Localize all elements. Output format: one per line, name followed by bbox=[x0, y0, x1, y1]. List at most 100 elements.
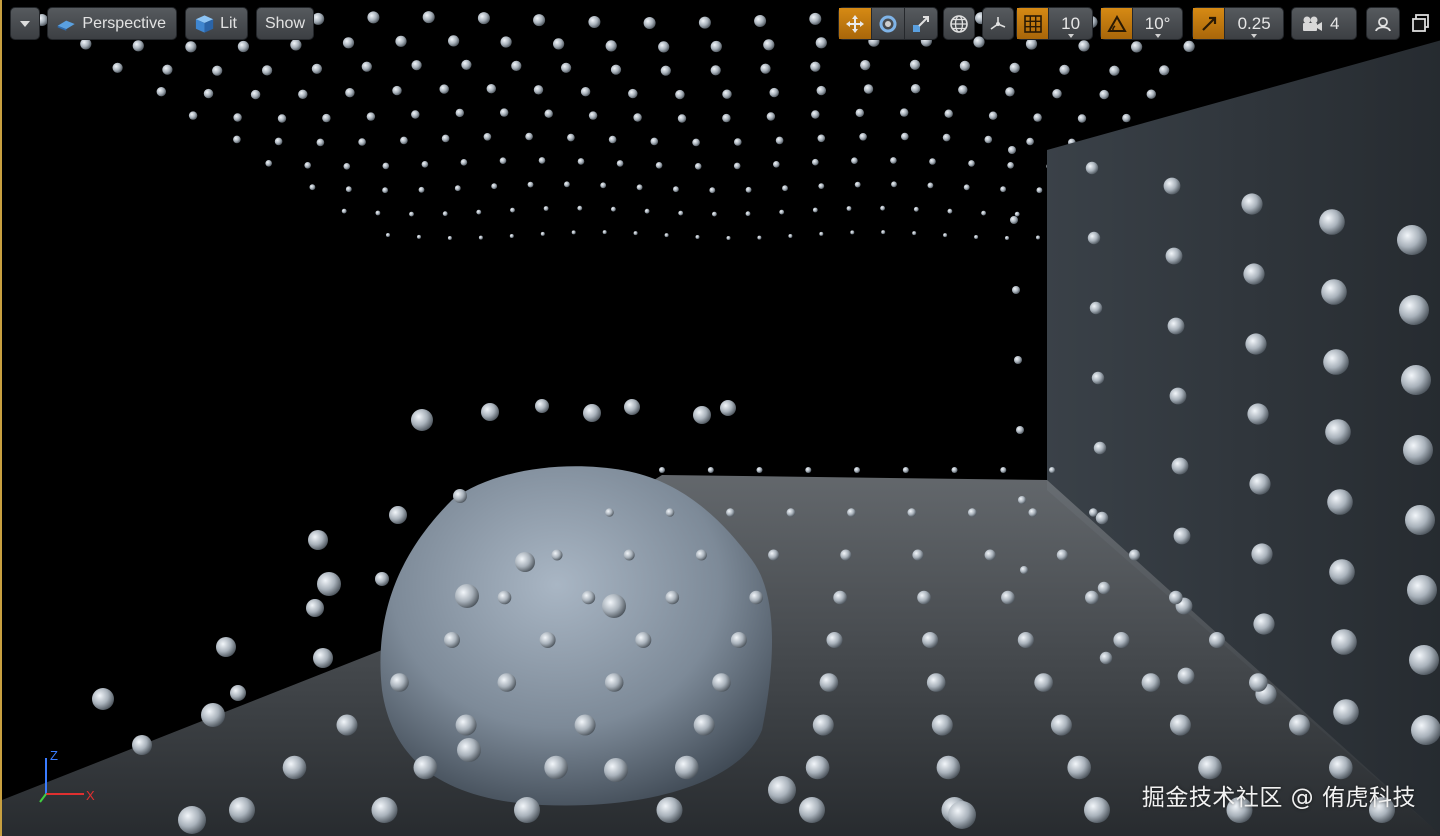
show-button[interactable]: Show bbox=[256, 7, 314, 40]
probe-sphere bbox=[500, 36, 512, 48]
probe-sphere bbox=[917, 590, 931, 605]
probe-sphere bbox=[317, 572, 341, 596]
viewport-settings-button[interactable] bbox=[1366, 7, 1400, 40]
surface-snap-button[interactable] bbox=[982, 7, 1014, 40]
probe-sphere bbox=[277, 114, 287, 123]
probe-sphere bbox=[382, 187, 388, 194]
probe-sphere bbox=[605, 40, 617, 52]
probe-sphere bbox=[203, 88, 214, 99]
probe-sphere bbox=[1173, 527, 1191, 545]
probe-sphere bbox=[611, 206, 616, 212]
camera-speed-button[interactable]: 4 bbox=[1291, 7, 1357, 40]
probe-sphere bbox=[1146, 89, 1157, 99]
maximize-icon[interactable] bbox=[1412, 14, 1430, 32]
probe-sphere bbox=[1033, 113, 1042, 122]
probe-sphere bbox=[544, 755, 568, 780]
scale-snap-group: 0.25 bbox=[1192, 7, 1284, 40]
probe-sphere bbox=[810, 61, 821, 72]
probe-sphere bbox=[624, 399, 640, 415]
probe-sphere bbox=[730, 632, 747, 648]
probe-sphere bbox=[514, 797, 540, 823]
rotate-button[interactable] bbox=[871, 8, 903, 39]
probe-sphere bbox=[860, 60, 871, 71]
probe-sphere bbox=[389, 506, 407, 524]
perspective-cube-icon bbox=[57, 20, 75, 31]
scale-button[interactable] bbox=[903, 8, 937, 39]
probe-sphere bbox=[571, 230, 576, 235]
rock-mesh bbox=[380, 466, 772, 806]
probe-sphere bbox=[455, 584, 479, 608]
probe-sphere bbox=[1177, 667, 1195, 685]
probe-sphere bbox=[712, 211, 717, 217]
probe-sphere bbox=[1169, 387, 1187, 405]
probe-sphere bbox=[367, 11, 380, 24]
probe-sphere bbox=[1249, 473, 1271, 495]
rotate-icon bbox=[879, 15, 897, 32]
probe-sphere bbox=[588, 16, 601, 28]
probe-sphere bbox=[608, 135, 617, 144]
scale-snap-toggle[interactable] bbox=[1193, 8, 1225, 39]
perspective-button[interactable]: Perspective bbox=[47, 7, 177, 40]
probe-sphere bbox=[605, 508, 614, 517]
probe-sphere bbox=[304, 162, 312, 169]
probe-sphere bbox=[644, 208, 650, 214]
probe-sphere bbox=[540, 231, 545, 236]
probe-sphere bbox=[912, 231, 917, 236]
probe-sphere bbox=[112, 62, 123, 73]
probe-sphere bbox=[316, 138, 325, 147]
rotation-snap-value[interactable]: 10° bbox=[1132, 8, 1182, 39]
probe-sphere bbox=[900, 108, 909, 117]
probe-sphere bbox=[909, 59, 921, 70]
probe-sphere bbox=[551, 549, 563, 561]
camera-icon bbox=[1303, 16, 1322, 31]
probe-sphere bbox=[564, 181, 570, 188]
probe-sphere bbox=[695, 549, 707, 561]
probe-sphere bbox=[311, 63, 322, 74]
probe-sphere bbox=[1087, 231, 1101, 245]
scale-snap-value[interactable]: 0.25 bbox=[1224, 8, 1283, 39]
probe-sphere bbox=[322, 113, 331, 123]
probe-sphere bbox=[229, 797, 255, 823]
probe-sphere bbox=[1321, 279, 1347, 305]
probe-sphere bbox=[188, 111, 198, 120]
probe-sphere bbox=[1084, 797, 1110, 823]
probe-sphere bbox=[1059, 64, 1070, 75]
probe-sphere bbox=[1333, 699, 1359, 725]
probe-sphere bbox=[233, 113, 242, 122]
probe-sphere bbox=[819, 231, 824, 236]
probe-sphere bbox=[616, 160, 624, 167]
probe-sphere bbox=[185, 41, 197, 53]
probe-sphere bbox=[912, 549, 924, 561]
probe-sphere bbox=[1159, 65, 1170, 76]
probe-sphere bbox=[712, 673, 731, 692]
probe-sphere bbox=[448, 35, 460, 47]
lit-button[interactable]: Lit bbox=[185, 7, 248, 40]
probe-sphere bbox=[561, 62, 572, 73]
probe-sphere bbox=[342, 37, 355, 49]
probe-sphere bbox=[757, 235, 762, 240]
probe-sphere bbox=[455, 108, 464, 118]
probe-sphere bbox=[710, 40, 722, 53]
grid-snap-toggle[interactable] bbox=[1017, 8, 1049, 39]
translate-button[interactable] bbox=[839, 8, 872, 39]
probe-sphere bbox=[1099, 651, 1113, 665]
probe-sphere bbox=[1109, 65, 1120, 76]
world-local-button[interactable] bbox=[943, 7, 975, 40]
probe-sphere bbox=[766, 112, 776, 121]
axis-x-label: X bbox=[86, 788, 95, 803]
rotation-snap-toggle[interactable] bbox=[1101, 8, 1133, 39]
probe-sphere bbox=[863, 84, 874, 94]
probe-sphere bbox=[907, 508, 917, 517]
probe-sphere bbox=[846, 206, 852, 211]
probe-sphere bbox=[859, 133, 867, 141]
viewport[interactable]: Perspective Lit Show 10 10° 0.25 4 Z X 掘… bbox=[0, 0, 1440, 836]
probe-sphere bbox=[720, 400, 736, 416]
grid-snap-value[interactable]: 10 bbox=[1048, 8, 1092, 39]
probe-sphere bbox=[212, 65, 223, 76]
probe-sphere bbox=[805, 467, 812, 473]
probe-sphere bbox=[1399, 295, 1429, 325]
axis-z-label: Z bbox=[50, 748, 58, 763]
probe-sphere bbox=[132, 40, 144, 52]
viewport-options-button[interactable] bbox=[10, 7, 40, 40]
lit-label: Lit bbox=[220, 14, 237, 32]
